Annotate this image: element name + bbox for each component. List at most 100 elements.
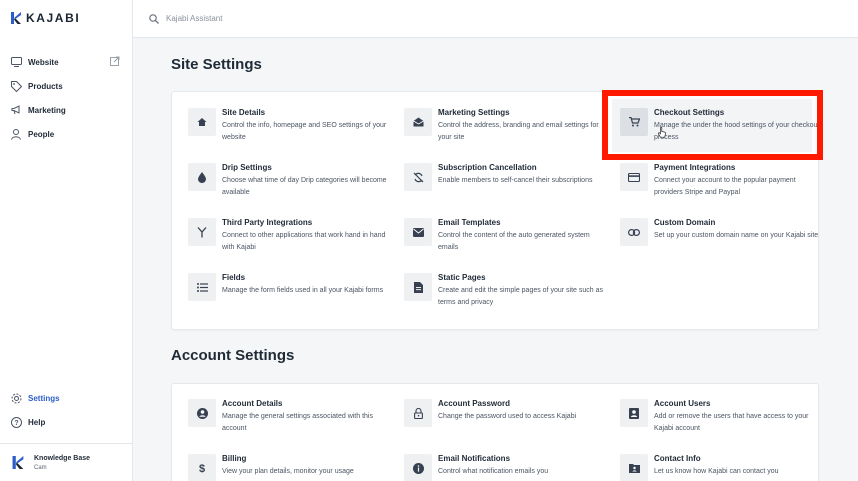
sidebar-bottom-nav: Settings ? Help bbox=[0, 386, 132, 434]
sidebar-item-label: Marketing bbox=[28, 105, 66, 115]
svg-text:?: ? bbox=[14, 420, 18, 427]
knowledge-base-link[interactable]: Knowledge Base Cam bbox=[0, 443, 132, 481]
kajabi-logo-icon bbox=[12, 456, 24, 469]
item-desc: Choose what time of day Drip categories … bbox=[222, 177, 387, 196]
knowledge-base-title: Knowledge Base bbox=[34, 454, 91, 462]
item-desc: Connect to other applications that work … bbox=[222, 232, 386, 251]
sidebar-item-label: Products bbox=[28, 81, 63, 91]
sidebar-item-people[interactable]: People bbox=[0, 122, 132, 146]
item-title: Static Pages bbox=[438, 273, 486, 282]
search-input[interactable] bbox=[166, 14, 466, 23]
item-title: Fields bbox=[222, 273, 246, 282]
item-desc: Add or remove the users that have access… bbox=[654, 413, 809, 432]
site-settings-title: Site Settings bbox=[171, 56, 262, 73]
item-desc: View your plan details, monitor your usa… bbox=[222, 468, 354, 475]
item-title: Site Details bbox=[222, 108, 266, 117]
item-title: Drip Settings bbox=[222, 163, 272, 172]
hand-cursor-icon bbox=[658, 127, 666, 138]
credit-card-icon bbox=[620, 163, 648, 191]
sidebar: KAJABI Website Products Marketing People… bbox=[0, 0, 133, 481]
item-title: Contact Info bbox=[654, 454, 701, 463]
item-title: Custom Domain bbox=[654, 218, 716, 227]
item-title: Third Party Integrations bbox=[222, 218, 313, 227]
sidebar-item-marketing[interactable]: Marketing bbox=[0, 98, 132, 122]
sidebar-item-label: Help bbox=[28, 417, 46, 427]
svg-text:$: $ bbox=[199, 463, 205, 474]
drop-icon bbox=[188, 163, 216, 191]
account-details-item[interactable]: Account Details Manage the general settin… bbox=[188, 399, 388, 435]
tag-icon bbox=[10, 80, 22, 92]
item-desc: Enable members to self-cancel their subs… bbox=[438, 177, 593, 184]
item-desc: Connect your account to the popular paym… bbox=[654, 177, 796, 196]
envelope-open-icon bbox=[404, 108, 432, 136]
sidebar-item-label: Settings bbox=[28, 393, 60, 403]
link-icon bbox=[620, 218, 648, 246]
item-title: Billing bbox=[222, 454, 247, 463]
main-nav: Website Products Marketing People bbox=[0, 50, 132, 146]
knowledge-base-user: Cam bbox=[34, 464, 47, 471]
home-icon bbox=[188, 108, 216, 136]
item-desc: Control the info, homepage and SEO setti… bbox=[222, 122, 387, 141]
item-title: Email Notifications bbox=[438, 454, 511, 463]
marketing-settings-item[interactable]: Marketing Settings Control the address, b… bbox=[404, 108, 604, 144]
payment-integrations-item[interactable]: Payment Integrations Connect your account… bbox=[620, 163, 820, 199]
sidebar-item-website[interactable]: Website bbox=[0, 50, 132, 74]
contact-info-item[interactable]: Contact Info Let us know how Kajabi can c… bbox=[620, 454, 820, 481]
sidebar-item-settings[interactable]: Settings bbox=[0, 386, 132, 410]
item-title: Account Password bbox=[438, 399, 511, 408]
monitor-icon bbox=[10, 56, 22, 68]
item-title: Payment Integrations bbox=[654, 163, 736, 172]
account-circle-icon bbox=[188, 399, 216, 427]
item-title: Account Details bbox=[222, 399, 283, 408]
highlight-box bbox=[602, 90, 823, 160]
sidebar-item-label: People bbox=[28, 129, 55, 139]
email-templates-item[interactable]: Email Templates Control the content of th… bbox=[404, 218, 604, 254]
list-icon bbox=[188, 273, 216, 301]
top-bar bbox=[133, 0, 858, 38]
item-desc: Manage the form fields used in all your … bbox=[222, 287, 384, 294]
subscription-cancellation-item[interactable]: Subscription Cancellation Enable members … bbox=[404, 163, 604, 191]
third-party-integrations-item[interactable]: Third Party Integrations Connect to other… bbox=[188, 218, 388, 254]
item-desc: Change the password used to access Kajab… bbox=[438, 413, 577, 420]
item-desc: Create and edit the simple pages of your… bbox=[438, 287, 603, 306]
dollar-icon: $ bbox=[188, 454, 216, 481]
fields-item[interactable]: Fields Manage the form fields used in all… bbox=[188, 273, 388, 301]
site-details-item[interactable]: Site Details Control the info, homepage a… bbox=[188, 108, 388, 144]
envelope-icon bbox=[404, 218, 432, 246]
item-desc: Set up your custom domain name on your K… bbox=[654, 232, 819, 239]
account-users-item[interactable]: Account Users Add or remove the users tha… bbox=[620, 399, 820, 435]
brand-name: KAJABI bbox=[26, 11, 81, 25]
item-title: Subscription Cancellation bbox=[438, 163, 537, 172]
item-desc: Control the content of the auto generate… bbox=[438, 232, 590, 251]
contact-card-icon bbox=[620, 454, 648, 481]
item-desc: Control the address, branding and email … bbox=[438, 122, 599, 141]
user-box-icon bbox=[620, 399, 648, 427]
item-desc: Control what notification emails you bbox=[438, 468, 549, 475]
kajabi-logo-icon bbox=[11, 12, 21, 24]
sidebar-item-products[interactable]: Products bbox=[0, 74, 132, 98]
email-notifications-item[interactable]: Email Notifications Control what notifica… bbox=[404, 454, 604, 481]
merge-icon bbox=[188, 218, 216, 246]
item-title: Marketing Settings bbox=[438, 108, 510, 117]
sync-off-icon bbox=[404, 163, 432, 191]
help-icon: ? bbox=[10, 416, 22, 428]
info-icon bbox=[404, 454, 432, 481]
account-settings-title: Account Settings bbox=[171, 347, 295, 364]
document-icon bbox=[404, 273, 432, 301]
item-desc: Let us know how Kajabi can contact you bbox=[654, 468, 779, 475]
search-icon bbox=[149, 13, 159, 24]
drip-settings-item[interactable]: Drip Settings Choose what time of day Dri… bbox=[188, 163, 388, 199]
kajabi-logo[interactable]: KAJABI bbox=[11, 11, 80, 25]
external-link-icon[interactable] bbox=[110, 56, 120, 66]
gear-icon bbox=[10, 392, 22, 404]
item-desc: Manage the general settings associated w… bbox=[222, 413, 373, 432]
item-title: Account Users bbox=[654, 399, 711, 408]
item-title: Email Templates bbox=[438, 218, 501, 227]
billing-item[interactable]: $ Billing View your plan details, monitor… bbox=[188, 454, 388, 481]
account-password-item[interactable]: Account Password Change the password used… bbox=[404, 399, 604, 427]
custom-domain-item[interactable]: Custom Domain Set up your custom domain n… bbox=[620, 218, 820, 246]
megaphone-icon bbox=[10, 104, 22, 116]
person-icon bbox=[10, 128, 22, 140]
static-pages-item[interactable]: Static Pages Create and edit the simple p… bbox=[404, 273, 604, 309]
sidebar-item-help[interactable]: ? Help bbox=[0, 410, 132, 434]
